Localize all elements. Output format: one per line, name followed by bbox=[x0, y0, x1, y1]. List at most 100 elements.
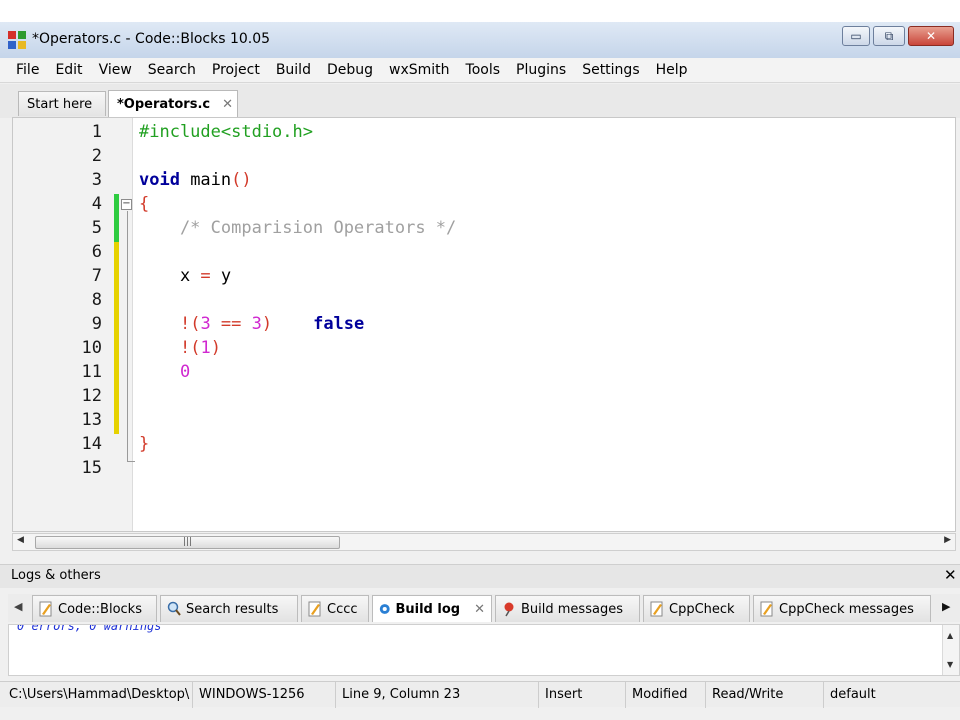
logs-panel-header bbox=[0, 564, 960, 588]
menu-search[interactable]: Search bbox=[140, 62, 204, 78]
identifier-x: x bbox=[139, 266, 201, 286]
minimize-button[interactable]: ▭ bbox=[842, 26, 870, 46]
menu-edit[interactable]: Edit bbox=[47, 62, 90, 78]
status-bar: C:\Users\Hammad\Desktop\ WINDOWS-1256 Li… bbox=[0, 681, 960, 708]
restore-icon: ⧉ bbox=[884, 28, 894, 43]
tab-operators-c[interactable]: *Operators.c ✕ bbox=[108, 90, 238, 117]
status-access: Read/Write bbox=[706, 682, 824, 708]
line-number: 5 bbox=[91, 218, 102, 238]
code-area[interactable]: #include<stdio.h> void main() { /* Compa… bbox=[139, 118, 955, 531]
log-tab-build-messages[interactable]: Build messages bbox=[495, 595, 640, 622]
status-profile: default bbox=[830, 687, 876, 702]
menu-plugins[interactable]: Plugins bbox=[508, 62, 574, 78]
line-number: 6 bbox=[91, 242, 102, 262]
scroll-up-icon[interactable]: ▲ bbox=[947, 631, 953, 640]
desktop-strip bbox=[0, 0, 960, 22]
menu-settings[interactable]: Settings bbox=[574, 62, 647, 78]
close-tab-icon[interactable]: ✕ bbox=[474, 602, 485, 617]
log-tab-build-log[interactable]: Build log ✕ bbox=[372, 595, 492, 622]
code-line-3: void main() bbox=[139, 168, 252, 192]
equality-operator: == bbox=[210, 314, 252, 334]
scrollbar-thumb[interactable]: ||| bbox=[35, 536, 340, 549]
line-number: 8 bbox=[91, 290, 102, 310]
tabs-scroll-left-icon[interactable]: ◀ bbox=[14, 600, 22, 613]
restore-button[interactable]: ⧉ bbox=[873, 26, 905, 46]
line-number: 1 bbox=[91, 122, 102, 142]
log-tab-cccc[interactable]: Cccc bbox=[301, 595, 369, 622]
menu-project[interactable]: Project bbox=[204, 62, 268, 78]
not-operator: ! bbox=[139, 338, 191, 358]
line-number: 7 bbox=[91, 266, 102, 286]
code-line-1: #include<stdio.h> bbox=[139, 122, 313, 142]
log-tab-cppcheck[interactable]: CppCheck bbox=[643, 595, 750, 622]
number-literal: 3 bbox=[200, 314, 211, 334]
code-line-4: { bbox=[139, 194, 150, 214]
close-tab-icon[interactable]: ✕ bbox=[222, 97, 233, 112]
horizontal-scrollbar[interactable]: ◀ ||| ▶ bbox=[12, 533, 956, 551]
menu-build[interactable]: Build bbox=[268, 62, 319, 78]
line-number: 14 bbox=[81, 434, 102, 454]
open-paren: ( bbox=[190, 338, 201, 358]
close-icon: ✕ bbox=[925, 29, 937, 43]
line-number: 4 bbox=[91, 194, 102, 214]
menu-bar: File Edit View Search Project Build Debu… bbox=[0, 58, 960, 83]
open-paren: ( bbox=[190, 314, 201, 334]
codeblocks-app-icon bbox=[8, 31, 26, 49]
pencil-icon bbox=[308, 601, 321, 617]
window-title: *Operators.c - Code::Blocks 10.05 bbox=[32, 31, 271, 47]
scroll-left-icon[interactable]: ◀ bbox=[17, 535, 24, 545]
minimize-icon: ▭ bbox=[850, 29, 862, 43]
line-number: 3 bbox=[91, 170, 102, 190]
log-tab-label: Search results bbox=[186, 601, 279, 617]
log-tab-label: Cccc bbox=[327, 601, 358, 617]
log-tab-label: CppCheck messages bbox=[779, 601, 914, 617]
number-literal: 3 bbox=[251, 314, 262, 334]
log-tab-search-results[interactable]: Search results bbox=[160, 595, 298, 622]
line-number: 10 bbox=[81, 338, 102, 358]
menu-wxsmith[interactable]: wxSmith bbox=[381, 62, 458, 78]
menu-view[interactable]: View bbox=[91, 62, 140, 78]
log-tab-codeblocks[interactable]: Code::Blocks bbox=[32, 595, 157, 622]
tab-label: *Operators.c bbox=[117, 96, 211, 112]
build-log-text: 0 errors, 0 warnings bbox=[17, 624, 162, 633]
scroll-right-icon[interactable]: ▶ bbox=[944, 535, 951, 545]
log-tab-label: Code::Blocks bbox=[58, 601, 142, 617]
line-number: 12 bbox=[81, 386, 102, 406]
menu-file[interactable]: File bbox=[8, 62, 47, 78]
fold-guide-end bbox=[127, 461, 135, 462]
log-tab-cppcheck-messages[interactable]: CppCheck messages bbox=[753, 595, 931, 622]
logs-panel-title: Logs & others bbox=[11, 568, 101, 583]
unsaved-change-marker bbox=[114, 242, 119, 434]
logs-close-icon[interactable]: ✕ bbox=[944, 566, 957, 584]
tab-start-here[interactable]: Start here bbox=[18, 91, 106, 116]
menu-help[interactable]: Help bbox=[648, 62, 696, 78]
close-paren: ) bbox=[261, 314, 273, 334]
scroll-down-icon[interactable]: ▼ bbox=[947, 660, 953, 669]
fold-guide-line bbox=[127, 211, 128, 461]
pencil-icon bbox=[650, 601, 663, 617]
line-number: 9 bbox=[91, 314, 102, 334]
code-line-10: !(1) bbox=[139, 336, 221, 360]
assign-operator: = bbox=[200, 266, 211, 286]
menu-tools[interactable]: Tools bbox=[458, 62, 509, 78]
close-window-button[interactable]: ✕ bbox=[908, 26, 954, 46]
code-line-9: !(3 == 3) false bbox=[139, 312, 364, 336]
saved-change-marker bbox=[114, 194, 119, 242]
code-editor[interactable]: 1 2 3 4 5 6 7 8 9 10 11 12 13 14 15 − #i… bbox=[12, 117, 956, 532]
tabs-scroll-right-icon[interactable]: ▶ bbox=[942, 600, 950, 613]
magnifier-icon bbox=[167, 601, 181, 616]
line-number: 11 bbox=[81, 362, 102, 382]
fold-toggle-icon[interactable]: − bbox=[121, 199, 132, 210]
line-number-gutter: 1 2 3 4 5 6 7 8 9 10 11 12 13 14 15 − bbox=[13, 118, 135, 531]
code-line-5-comment: /* Comparision Operators */ bbox=[139, 218, 457, 238]
build-log-output[interactable]: 0 errors, 0 warnings ▲ ▼ bbox=[8, 624, 960, 676]
code-line-7: x = y bbox=[139, 264, 231, 288]
status-modified: Modified bbox=[626, 682, 706, 708]
log-tab-label: Build log bbox=[395, 601, 461, 617]
status-encoding: WINDOWS-1256 bbox=[193, 682, 336, 708]
keyword-void: void bbox=[139, 170, 180, 190]
status-insert-mode: Insert bbox=[539, 682, 626, 708]
vertical-scrollbar[interactable]: ▲ ▼ bbox=[942, 625, 959, 675]
line-number: 15 bbox=[81, 458, 102, 478]
menu-debug[interactable]: Debug bbox=[319, 62, 381, 78]
